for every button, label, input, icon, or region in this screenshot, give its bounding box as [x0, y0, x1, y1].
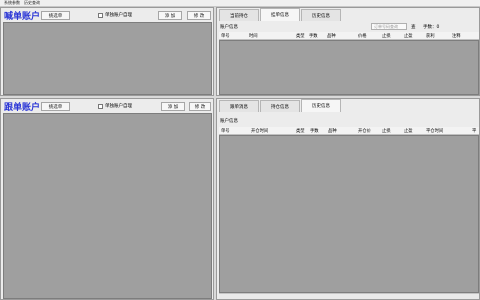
col-lots[interactable]: 手数 — [309, 33, 318, 39]
tab-follower-positions[interactable]: 持仓信息 — [260, 100, 300, 112]
checkbox-box[interactable] — [98, 12, 103, 18]
follower-account-list[interactable] — [3, 113, 212, 299]
follower-select-button[interactable]: 挑选单 — [41, 102, 70, 111]
follower-orders-panel: 跟单消息 持仓信息 历史信息 账户信息 单号 开仓时间 类型 手数 品种 开仓价… — [216, 98, 480, 300]
menu-bar: 系统参数 历史查询 — [0, 0, 480, 7]
tab-follower-history[interactable]: 历史信息 — [301, 99, 341, 112]
signal-orders-panel: 当前持仓 挂单信息 历史信息 账户信息 订单号码查询 查 手数：0 单号 时间 … — [216, 7, 480, 96]
col-price[interactable]: 价格 — [358, 33, 367, 39]
signal-select-button[interactable]: 挑选单 — [41, 11, 70, 20]
col-type[interactable]: 类型 — [296, 33, 305, 39]
col-lots[interactable]: 手数 — [310, 128, 319, 134]
tab-signal-positions[interactable]: 当前持仓 — [219, 9, 259, 21]
follower-account-info-label: 账户信息 — [220, 119, 238, 124]
follower-standalone-label: 单独账户自理 — [105, 104, 132, 109]
follower-account-panel: 跟单账户 挑选单 单独账户自理 添 加 修 改 — [0, 98, 214, 300]
col-type[interactable]: 类型 — [296, 128, 305, 134]
col-symbol[interactable]: 品种 — [328, 128, 337, 134]
signal-account-panel: 喊单账户 挑选单 单独账户自理 添 加 修 改 — [0, 7, 214, 96]
col-order-id[interactable]: 单号 — [221, 128, 230, 134]
tab-follower-messages[interactable]: 跟单消息 — [219, 100, 259, 112]
signal-orders-header: 单号 时间 类型 手数 品种 价格 止损 止盈 获利 注释 — [219, 32, 479, 40]
col-symbol[interactable]: 品种 — [327, 33, 336, 39]
follower-add-button[interactable]: 添 加 — [161, 102, 185, 111]
col-close[interactable]: 平 — [472, 128, 476, 134]
col-comment[interactable]: 注释 — [452, 33, 461, 39]
signal-account-list[interactable] — [3, 22, 212, 95]
follower-orders-tabs: 跟单消息 持仓信息 历史信息 — [219, 99, 342, 112]
tab-signal-pending[interactable]: 挂单信息 — [260, 8, 300, 21]
col-order-id[interactable]: 单号 — [221, 33, 230, 39]
signal-order-search-input[interactable]: 订单号码查询 — [371, 23, 407, 30]
signal-account-title: 喊单账户 — [4, 12, 41, 22]
signal-edit-button[interactable]: 修 改 — [187, 11, 211, 20]
follower-orders-hscrollbar[interactable] — [219, 293, 479, 299]
signal-lots-count: 手数：0 — [423, 25, 440, 30]
follower-account-title: 跟单账户 — [4, 103, 41, 113]
menu-item-system[interactable]: 系统参数 — [4, 0, 20, 6]
col-takeprofit[interactable]: 止盈 — [404, 128, 413, 134]
checkbox-box[interactable] — [98, 103, 103, 109]
col-profit[interactable]: 获利 — [426, 33, 435, 39]
col-open-time[interactable]: 开仓时间 — [251, 128, 268, 134]
menu-item-history[interactable]: 历史查询 — [24, 0, 40, 6]
tab-signal-history[interactable]: 历史信息 — [301, 9, 341, 21]
signal-add-button[interactable]: 添 加 — [158, 11, 182, 20]
col-open-price[interactable]: 开仓价 — [358, 128, 371, 134]
col-stoploss[interactable]: 止损 — [382, 33, 391, 39]
signal-orders-table[interactable] — [219, 40, 479, 95]
signal-standalone-checkbox[interactable]: 单独账户自理 — [98, 12, 132, 18]
col-time[interactable]: 时间 — [249, 33, 258, 39]
signal-search-button[interactable]: 查 — [411, 24, 416, 30]
follower-edit-button[interactable]: 修 改 — [189, 102, 211, 111]
follower-orders-table[interactable] — [219, 135, 479, 293]
signal-orders-tabs: 当前持仓 挂单信息 历史信息 — [219, 8, 342, 21]
col-stoploss[interactable]: 止损 — [382, 128, 391, 134]
follower-orders-header: 单号 开仓时间 类型 手数 品种 开仓价 止损 止盈 平仓时间 平 — [219, 127, 479, 135]
col-takeprofit[interactable]: 止盈 — [404, 33, 413, 39]
signal-account-info-label: 账户信息 — [220, 25, 238, 30]
follower-standalone-checkbox[interactable]: 单独账户自理 — [98, 103, 132, 109]
signal-standalone-label: 单独账户自理 — [105, 13, 132, 18]
col-close-time[interactable]: 平仓时间 — [426, 128, 443, 134]
